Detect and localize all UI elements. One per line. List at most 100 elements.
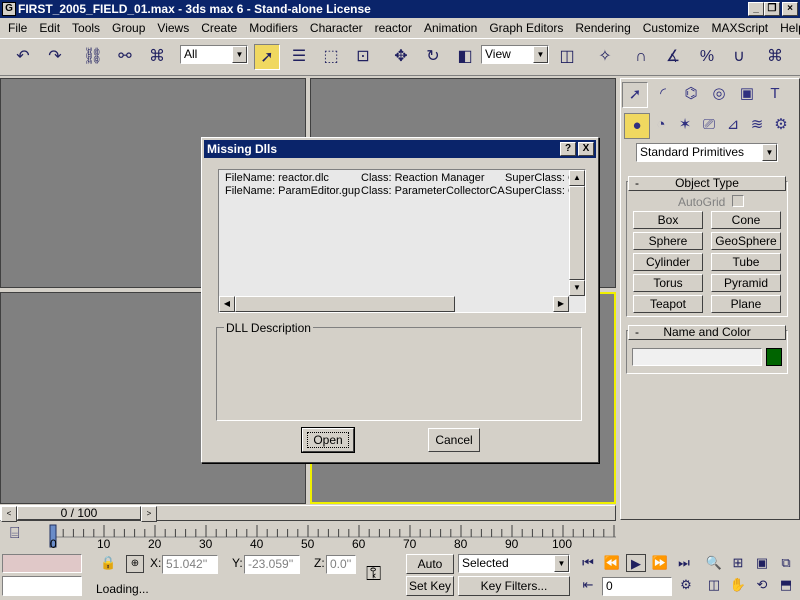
scroll-down-icon[interactable]: ▼ [569,280,585,296]
menu-animation[interactable]: Animation [418,21,483,35]
object-name-input[interactable] [632,348,762,366]
close-icon[interactable]: × [782,2,798,16]
undo-icon[interactable]: ↶ [10,44,36,70]
display-tab-icon[interactable]: ▣ [734,82,760,108]
pyramid-button[interactable]: Pyramid [711,274,781,292]
cone-button[interactable]: Cone [711,211,781,229]
redo-icon[interactable]: ↷ [42,44,68,70]
menu-reactor[interactable]: reactor [369,21,418,35]
minimize-icon[interactable]: _ [748,2,764,16]
sphere-button[interactable]: Sphere [633,232,703,250]
y-coordinate-field[interactable]: -23.059'' [244,555,300,574]
arc-rotate-icon[interactable]: ⟲ [752,576,772,594]
object-color-swatch[interactable] [766,348,782,366]
spinner-snap-icon[interactable]: ∪ [726,44,752,70]
select-by-name-icon[interactable]: ☰ [286,44,312,70]
list-item[interactable]: FileName: ParamEditor.gup Class: Paramet… [225,185,576,198]
go-to-end-icon[interactable]: ⏭ [674,554,694,572]
utilities-tab-icon[interactable]: T [762,82,788,108]
zoom-all-icon[interactable]: ⊞ [728,554,748,572]
help-icon[interactable]: ? [560,142,576,156]
cameras-icon[interactable]: ⎚ [696,113,722,139]
menu-views[interactable]: Views [151,21,195,35]
cylinder-button[interactable]: Cylinder [633,253,703,271]
pan-icon[interactable]: ✋ [728,576,748,594]
category-dropdown[interactable]: Standard Primitives ▼ [636,143,778,162]
maxscript-listener-mini[interactable] [2,554,82,573]
tube-button[interactable]: Tube [711,253,781,271]
cancel-button[interactable]: Cancel [428,428,480,452]
set-key-button[interactable]: Set Key [406,576,454,596]
maximize-viewport-icon[interactable]: ⬒ [776,576,796,594]
torus-button[interactable]: Torus [633,274,703,292]
current-frame-field[interactable]: 0 [602,577,672,596]
chevron-down-icon[interactable]: ▼ [762,144,777,161]
go-to-start-icon[interactable]: ⏮ [578,554,598,572]
menu-maxscript[interactable]: MAXScript [705,21,774,35]
menu-graph-editors[interactable]: Graph Editors [483,21,569,35]
key-mode-dropdown[interactable]: Selected ▼ [458,554,570,573]
key-icon[interactable]: ⚿ [366,563,381,586]
modify-tab-icon[interactable]: ◜ [650,82,676,108]
hierarchy-tab-icon[interactable]: ⌬ [678,82,704,108]
menu-character[interactable]: Character [304,21,369,35]
scale-icon[interactable]: ◧ [452,44,478,70]
menu-customize[interactable]: Customize [637,21,706,35]
x-coordinate-field[interactable]: 51.042'' [162,555,218,574]
time-slider-thumb[interactable]: 0 / 100 [17,506,141,520]
box-button[interactable]: Box [633,211,703,229]
angle-snap-icon[interactable]: ∡ [660,44,686,70]
vertical-scroll-thumb[interactable] [569,186,585,280]
reference-coordinate-dropdown[interactable]: View ▼ [481,45,549,64]
vertical-scrollbar[interactable]: ▲ ▼ [569,170,585,296]
horizontal-scroll-thumb[interactable] [235,296,455,312]
snap-3d-icon[interactable]: ∩ [628,44,654,70]
move-icon[interactable]: ✥ [388,44,414,70]
dialog-close-icon[interactable]: X [578,142,594,156]
select-object-icon[interactable]: ➚ [254,44,280,70]
menu-group[interactable]: Group [106,21,151,35]
maximize-icon[interactable]: ❐ [764,2,780,16]
rectangular-selection-icon[interactable]: ⬚ [318,44,344,70]
play-icon[interactable]: ▶ [626,554,646,572]
next-key-icon[interactable]: ⏩ [650,554,670,572]
lights-icon[interactable]: ✶ [672,113,698,139]
systems-icon[interactable]: ⚙ [768,113,794,139]
menu-help[interactable]: Help [774,21,800,35]
pivot-center-icon[interactable]: ◫ [554,44,580,70]
previous-frame-icon[interactable]: < [1,506,17,522]
menu-tools[interactable]: Tools [66,21,106,35]
scroll-right-icon[interactable]: ▶ [553,296,569,312]
menu-create[interactable]: Create [195,21,243,35]
missing-dll-list[interactable]: FileName: reactor.dlc Class: Reaction Ma… [218,169,586,313]
create-tab-icon[interactable]: ➚ [622,82,648,108]
autogrid-checkbox[interactable] [732,195,744,207]
menu-file[interactable]: File [2,21,33,35]
key-mode-toggle-icon[interactable]: ⇤ [578,576,598,594]
horizontal-scrollbar[interactable]: ◀ ▶ [219,296,585,312]
motion-tab-icon[interactable]: ◎ [706,82,732,108]
previous-key-icon[interactable]: ⏪ [602,554,622,572]
object-type-rollout-title[interactable]: - Object Type [628,176,786,191]
shapes-icon[interactable]: ◔ [648,113,674,139]
time-configuration-icon[interactable]: ⚙ [676,576,696,594]
scroll-left-icon[interactable]: ◀ [219,296,235,312]
lock-icon[interactable]: 🔒 [100,555,116,571]
unlink-icon[interactable]: ⚯ [112,44,138,70]
zoom-icon[interactable]: 🔍 [704,554,724,572]
named-selection-icon[interactable]: ⌘ [762,44,788,70]
scroll-up-icon[interactable]: ▲ [569,170,585,186]
selection-filter-dropdown[interactable]: All ▼ [180,45,248,64]
geosphere-button[interactable]: GeoSphere [711,232,781,250]
menu-rendering[interactable]: Rendering [569,21,636,35]
name-color-rollout-title[interactable]: - Name and Color [628,325,786,340]
percent-snap-icon[interactable]: % [694,44,720,70]
list-item[interactable]: FileName: reactor.dlc Class: Reaction Ma… [225,172,576,185]
chevron-down-icon[interactable]: ▼ [554,555,569,572]
field-of-view-icon[interactable]: ◫ [704,576,724,594]
space-warps-icon[interactable]: ≋ [744,113,770,139]
select-and-link-icon[interactable]: ⛓ [80,44,106,70]
menu-edit[interactable]: Edit [33,21,66,35]
time-slider[interactable]: < 0 / 100 > [0,505,616,522]
app-icon[interactable]: G [2,2,16,16]
